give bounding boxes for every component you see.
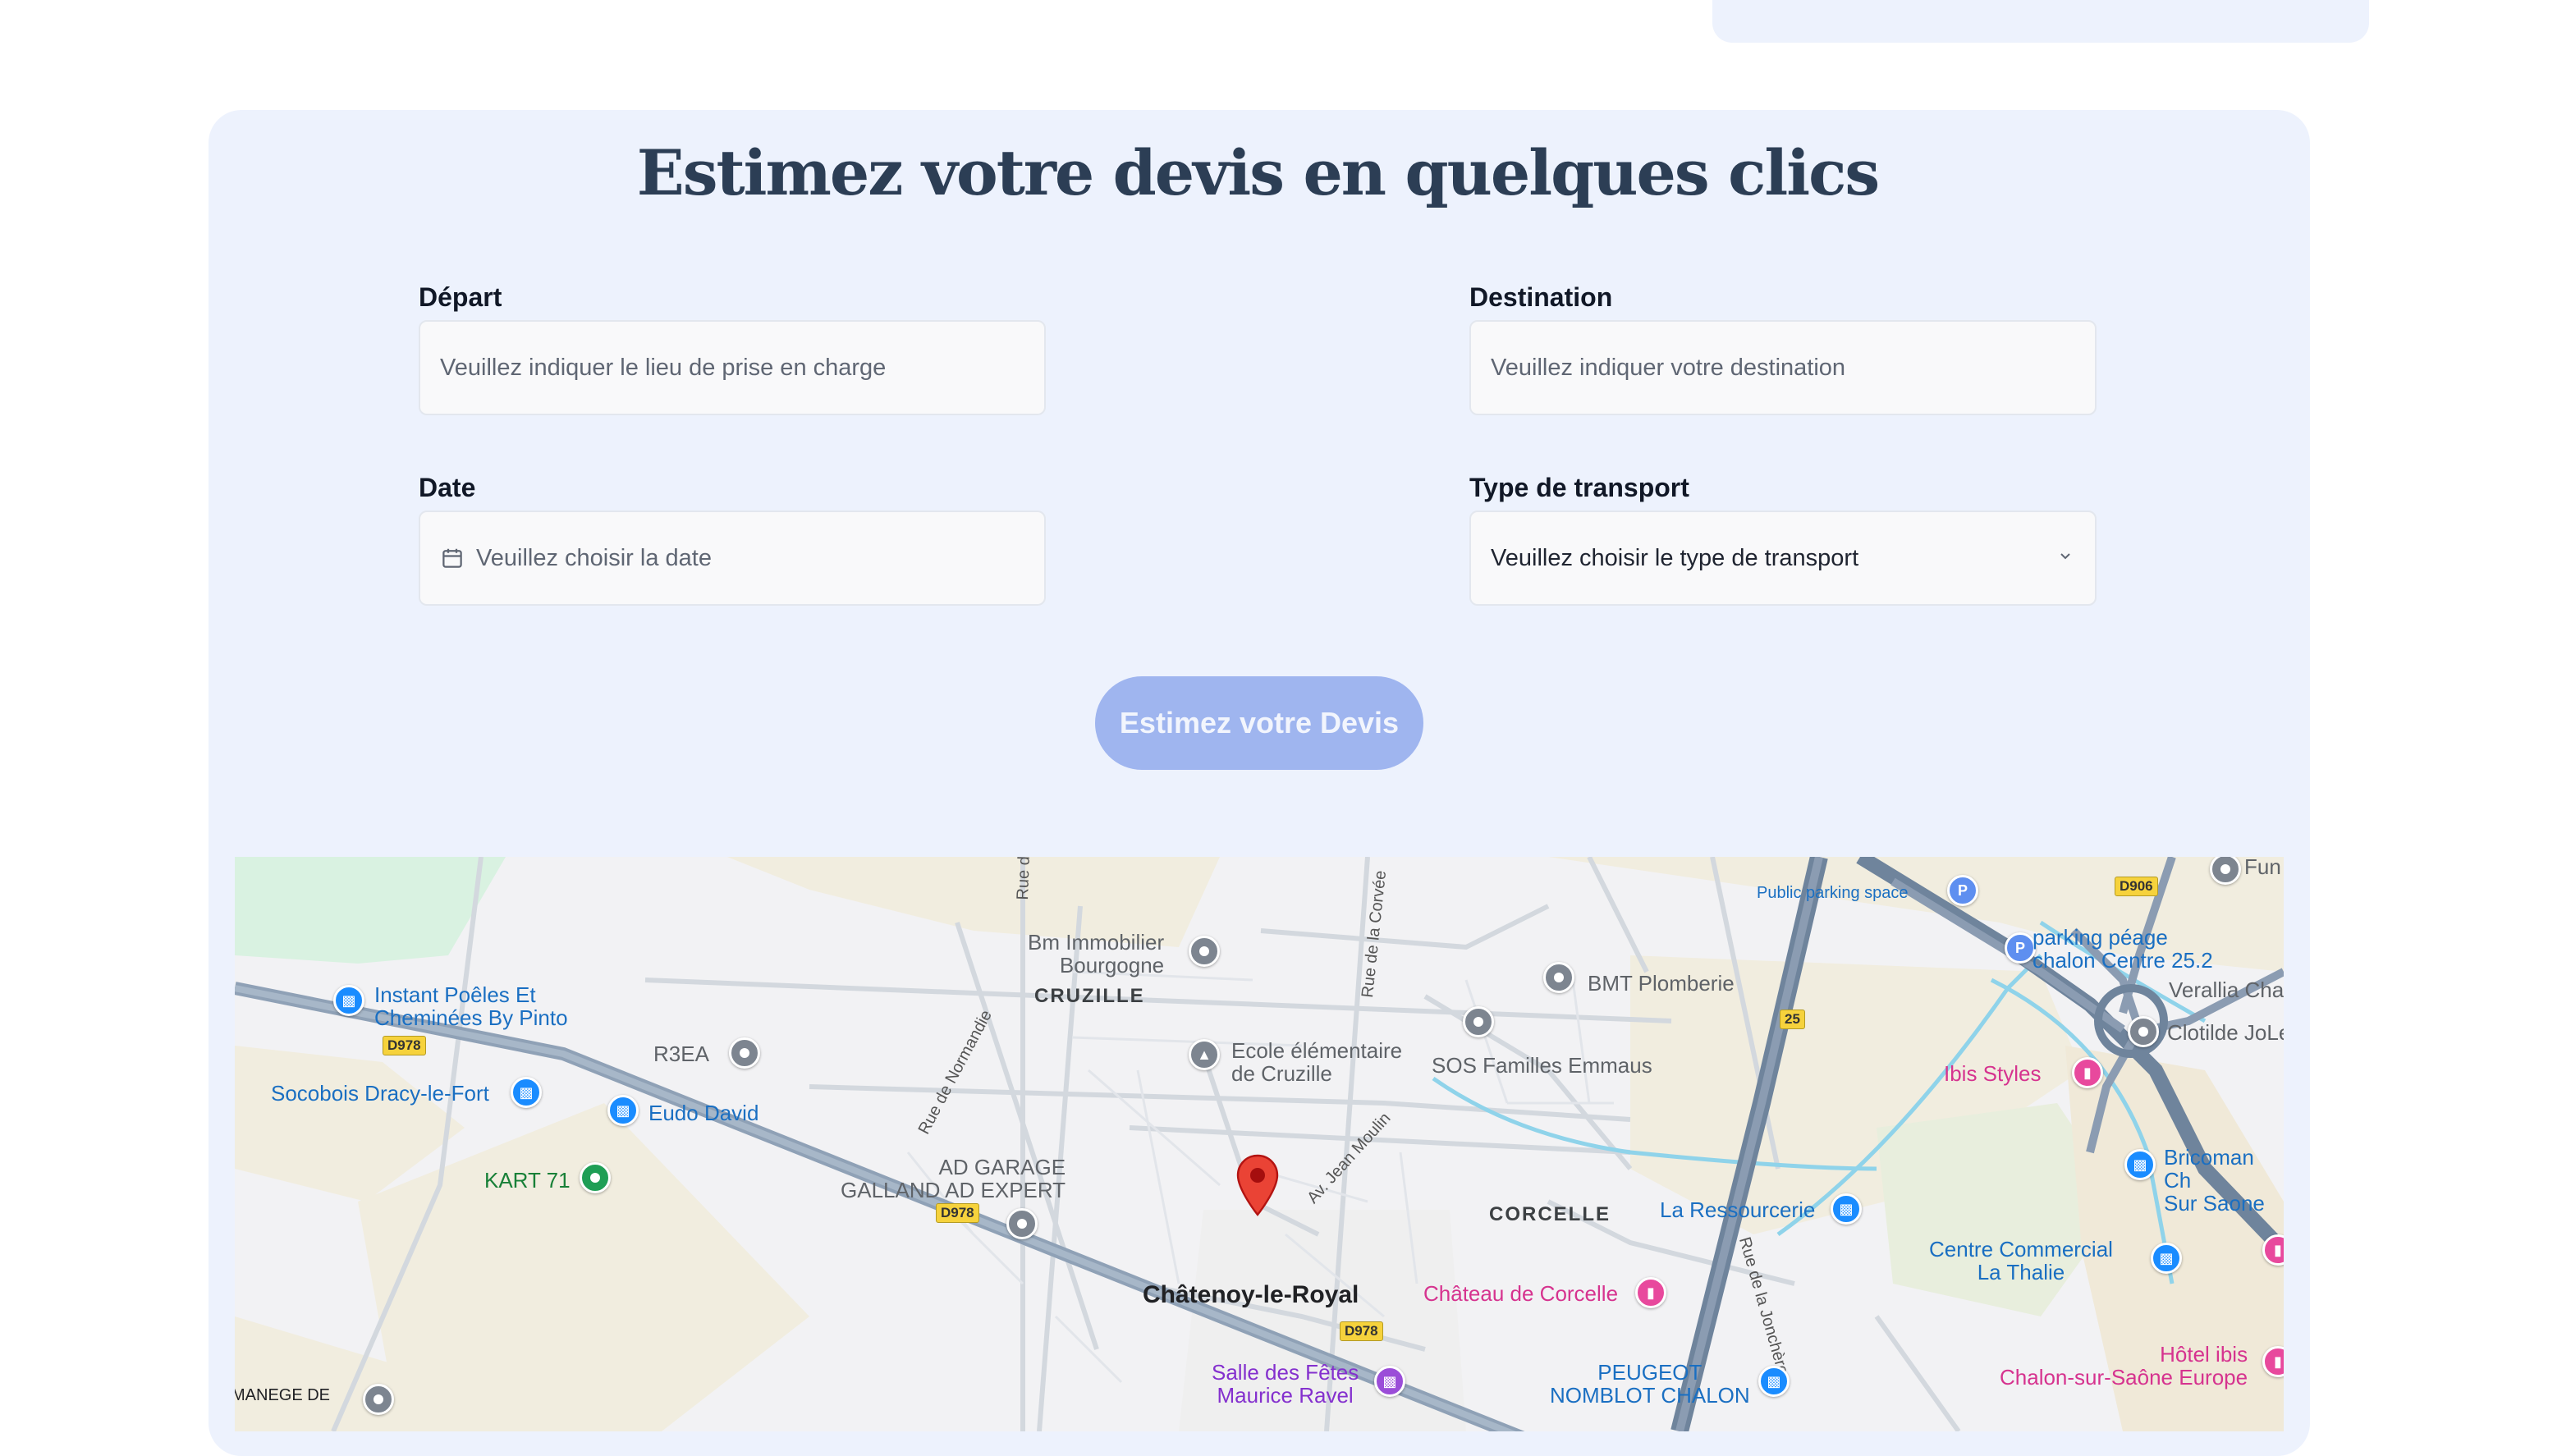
place-pin-icon[interactable] bbox=[729, 1037, 760, 1069]
area-label: CORCELLE bbox=[1489, 1203, 1611, 1225]
parking-pin-icon[interactable]: P bbox=[1947, 875, 1978, 906]
place-label: Clotilde JoLe bbox=[2167, 1020, 2284, 1045]
area-label: CRUZILLE bbox=[1034, 985, 1145, 1007]
place-label: Centre Commercial La Thalie bbox=[1929, 1237, 2113, 1284]
transport-type-select[interactable]: Veuillez choisir le type de transport bbox=[1469, 511, 2097, 606]
place-label: La Ressourcerie bbox=[1660, 1197, 1816, 1222]
place-label: KART 71 bbox=[484, 1168, 571, 1193]
shop-pin-icon[interactable]: ▩ bbox=[1758, 1366, 1790, 1397]
place-label: MANEGE DE bbox=[235, 1386, 331, 1404]
place-label: Public parking space bbox=[1757, 884, 1909, 902]
destination-placeholder: Veuillez indiquer votre destination bbox=[1491, 354, 1846, 381]
place-label: AD GARAGE GALLAND AD EXPERT bbox=[841, 1155, 1066, 1202]
road-shield: D978 bbox=[1340, 1321, 1383, 1341]
lodging-pin-icon[interactable]: ▮ bbox=[2072, 1057, 2103, 1088]
place-label: Ecole élémentaire de Cruzille bbox=[1231, 1038, 1403, 1086]
place-pin-icon[interactable] bbox=[363, 1384, 394, 1415]
place-label: Hôtel ibis Chalon-sur-Saône Europe bbox=[2000, 1342, 2248, 1390]
place-label: Instant Poêles Et Cheminées By Pinto bbox=[374, 982, 568, 1030]
place-label: Château de Corcelle bbox=[1423, 1281, 1619, 1306]
activity-pin-icon[interactable] bbox=[580, 1162, 611, 1193]
destination-label: Destination bbox=[1469, 282, 1613, 312]
map-view[interactable]: D978 D978 D978 25 D906 Rue de C Rue de l… bbox=[235, 857, 2284, 1431]
road-label: Rue de C bbox=[1013, 857, 1034, 900]
shop-pin-icon[interactable]: ▩ bbox=[2124, 1149, 2156, 1180]
estimate-quote-button[interactable]: Estimez votre Devis bbox=[1095, 676, 1423, 770]
place-pin-icon[interactable] bbox=[1189, 936, 1220, 967]
form-title: Estimez votre devis en quelques clics bbox=[636, 136, 1880, 209]
calendar-icon bbox=[440, 546, 465, 570]
date-input[interactable]: Veuillez choisir la date bbox=[419, 511, 1046, 606]
place-label: Bricoman Ch Sur Saone bbox=[2164, 1145, 2265, 1216]
place-pin-icon[interactable] bbox=[1463, 1006, 1494, 1037]
place-pin-icon[interactable] bbox=[1543, 962, 1574, 993]
place-label: Fun bbox=[2244, 857, 2281, 879]
place-pin-icon[interactable] bbox=[1006, 1208, 1038, 1239]
place-label: Bm Immobilier Bourgogne bbox=[1028, 930, 1165, 978]
place-label: Verallia Cha bbox=[2169, 978, 2284, 1002]
town-label: Châtenoy-le-Royal bbox=[1143, 1281, 1359, 1308]
road-shield: D978 bbox=[936, 1203, 979, 1223]
shop-pin-icon[interactable]: ▩ bbox=[333, 985, 364, 1016]
venue-pin-icon[interactable]: ▩ bbox=[1374, 1366, 1405, 1397]
road-shield: D906 bbox=[2115, 877, 2158, 896]
place-label: Eudo David bbox=[648, 1101, 759, 1125]
depart-input[interactable]: Veuillez indiquer le lieu de prise en ch… bbox=[419, 320, 1046, 415]
road-shield: D978 bbox=[383, 1036, 426, 1055]
school-pin-icon[interactable]: ▲ bbox=[1189, 1039, 1220, 1070]
transport-type-value: Veuillez choisir le type de transport bbox=[1491, 544, 1859, 571]
date-placeholder: Veuillez choisir la date bbox=[476, 544, 712, 571]
place-label: SOS Familles Emmaus bbox=[1432, 1053, 1652, 1078]
shop-pin-icon[interactable]: ▩ bbox=[1831, 1193, 1862, 1225]
transport-type-label: Type de transport bbox=[1469, 473, 1689, 502]
shop-pin-icon[interactable]: ▩ bbox=[2151, 1243, 2182, 1274]
depart-placeholder: Veuillez indiquer le lieu de prise en ch… bbox=[440, 354, 887, 381]
place-pin-icon[interactable] bbox=[2128, 1016, 2159, 1047]
date-label: Date bbox=[419, 473, 476, 502]
place-label: Socobois Dracy-le-Fort bbox=[271, 1081, 489, 1106]
depart-label: Départ bbox=[419, 282, 502, 312]
previous-section-card bbox=[1712, 0, 2369, 43]
chevron-down-icon bbox=[2055, 545, 2075, 572]
lodging-pin-icon[interactable]: ▮ bbox=[1635, 1277, 1666, 1308]
shop-pin-icon[interactable]: ▩ bbox=[511, 1077, 542, 1108]
road-shield: 25 bbox=[1780, 1010, 1805, 1029]
place-label: Ibis Styles bbox=[1944, 1061, 2042, 1086]
place-label: BMT Plomberie bbox=[1588, 971, 1735, 996]
map-background bbox=[235, 857, 2284, 1431]
place-label: parking péage chalon Centre 25.2 bbox=[2033, 925, 2213, 973]
parking-pin-icon[interactable]: P bbox=[2005, 932, 2036, 964]
shop-pin-icon[interactable]: ▩ bbox=[607, 1095, 639, 1126]
place-label: R3EA bbox=[653, 1042, 709, 1066]
destination-input[interactable]: Veuillez indiquer votre destination bbox=[1469, 320, 2097, 415]
